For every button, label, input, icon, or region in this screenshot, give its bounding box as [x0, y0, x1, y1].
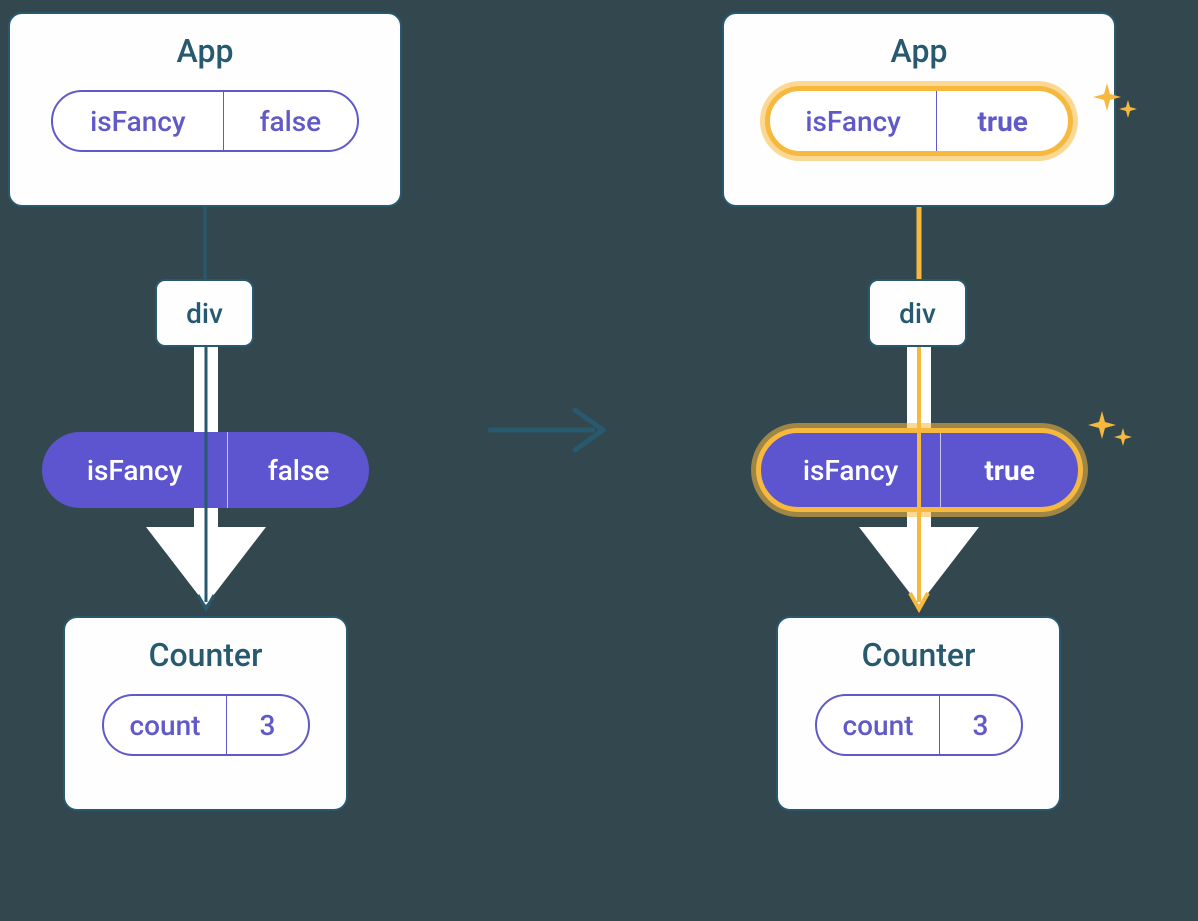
right-app-title: App — [724, 32, 1114, 70]
right-counter-state-value: 3 — [939, 696, 1020, 754]
right-counter-state-key: count — [817, 696, 940, 754]
right-app-box: App isFancy true — [722, 12, 1116, 207]
left-counter-box: Counter count 3 — [63, 616, 348, 811]
right-counter-title: Counter — [778, 636, 1059, 674]
right-app-state-pill: isFancy true — [765, 86, 1073, 156]
left-counter-title: Counter — [65, 636, 346, 674]
sparkle-icon — [1090, 80, 1140, 130]
right-thin-arrow — [909, 347, 929, 619]
transition-arrow-icon — [485, 400, 615, 460]
left-app-state-value: false — [223, 92, 357, 150]
right-prop-value: true — [940, 433, 1078, 507]
right-div-label: div — [899, 297, 936, 330]
left-counter-state-key: count — [104, 696, 227, 754]
right-counter-box: Counter count 3 — [776, 616, 1061, 811]
left-app-state-pill: isFancy false — [51, 90, 359, 152]
left-app-title: App — [10, 32, 400, 70]
left-div-box: div — [155, 279, 254, 347]
left-app-box: App isFancy false — [8, 12, 402, 207]
left-prop-value: false — [227, 432, 369, 508]
left-app-state-key: isFancy — [53, 92, 223, 150]
right-app-state-value: true — [936, 91, 1068, 151]
sparkle-icon — [1085, 408, 1135, 458]
right-div-box: div — [868, 279, 967, 347]
left-counter-state-pill: count 3 — [102, 694, 310, 756]
left-counter-state-value: 3 — [226, 696, 307, 754]
right-app-state-key: isFancy — [770, 91, 936, 151]
left-thin-arrow — [196, 347, 216, 619]
right-connector-app-div — [916, 207, 922, 279]
left-div-label: div — [186, 297, 223, 330]
right-counter-state-pill: count 3 — [815, 694, 1023, 756]
left-connector-app-div — [203, 207, 207, 279]
diagram-stage: App isFancy false div isFancy false Coun… — [0, 0, 1198, 921]
